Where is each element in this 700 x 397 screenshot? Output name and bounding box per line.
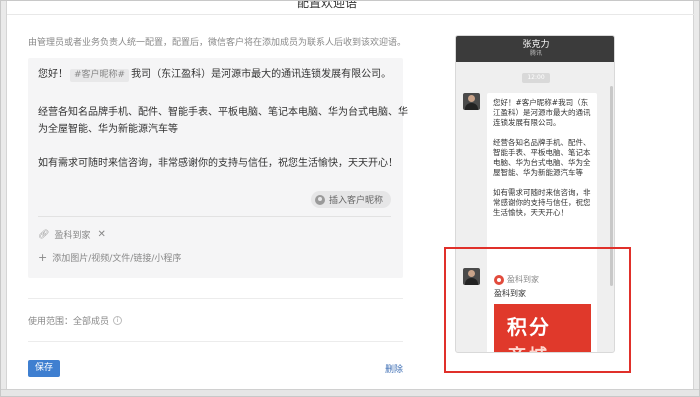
avatar <box>463 93 480 110</box>
message-line-3: 如有需求可随时来信咨询，非常感谢你的支持与信任，祝您生活愉快，天天开心！ <box>38 158 398 169</box>
dialog-header: 配置欢迎语 <box>7 1 695 15</box>
welcome-message-editor[interactable]: 您好！ #客户昵称# 我司（东江盈科）是河源市最大的通讯连锁发展有限公司。 经营各知… <box>28 58 408 278</box>
chat-header: 张克力 腾讯 <box>456 36 614 62</box>
close-icon[interactable]: ✕ <box>97 229 105 240</box>
message-line-2a: 经营各知名品牌手机、配件、智能手表、平板电脑、笔记本电脑、华为台式电脑、华 <box>38 107 408 118</box>
divider <box>28 341 403 342</box>
link-icon: 🔗︎ <box>38 229 50 240</box>
highlight-box <box>444 247 631 373</box>
attachment-item[interactable]: 🔗︎ 盈科到家 ✕ <box>38 228 106 241</box>
usage-scope-label: 使用范围：全部成员 <box>28 317 110 327</box>
dialog-title: 配置欢迎语 <box>297 0 358 10</box>
usage-scope: 使用范围：全部成员 i <box>28 314 123 327</box>
divider <box>38 216 391 217</box>
bubble-paragraph-2: 经营各知名品牌手机、配件、智能手表、平板电脑、笔记本电脑、华为台式电脑、华为全屋… <box>493 138 591 177</box>
add-attachment-label: 添加图片/视频/文件/链接/小程序 <box>52 254 182 264</box>
chat-timestamp: 12:00 <box>522 73 550 83</box>
bottom-edge <box>1 389 699 396</box>
divider <box>28 298 403 299</box>
right-edge <box>693 1 699 396</box>
add-attachment-button[interactable]: + 添加图片/视频/文件/链接/小程序 <box>38 251 181 264</box>
message-line-1: 您好！ #客户昵称# 我司（东江盈科）是河源市最大的通讯连锁发展有限公司。 <box>38 68 391 82</box>
left-edge <box>1 1 7 396</box>
insert-nickname-label: 插入客户昵称 <box>328 196 383 206</box>
attachment-name: 盈科到家 <box>54 231 91 241</box>
info-icon[interactable]: i <box>113 316 123 325</box>
description-text: 由管理员或者业务负责人统一配置，配置后，微信客户将在添加成员为联系人后收到该欢迎… <box>28 38 407 48</box>
user-icon <box>314 194 325 205</box>
save-button[interactable]: 保存 <box>28 360 60 377</box>
message-line-2b: 为全屋智能、华为新能源汽车等 <box>38 124 178 135</box>
insert-nickname-button[interactable]: 插入客户昵称 <box>310 191 391 208</box>
greeting-suffix: 我司（东江盈科）是河源市最大的通讯连锁发展有限公司。 <box>131 69 392 80</box>
contact-company: 腾讯 <box>529 50 542 57</box>
greeting-prefix: 您好！ <box>38 69 68 80</box>
contact-name: 张克力 <box>522 40 550 50</box>
nickname-tag[interactable]: #客户昵称# <box>70 69 130 82</box>
plus-icon: + <box>38 251 48 264</box>
bubble-paragraph-1: 您好！#客户昵称#我司（东江盈科）是河源市最大的通讯连锁发展有限公司。 <box>493 98 591 127</box>
bubble-paragraph-3: 如有需求可随时来信咨询，非常感谢你的支持与信任，祝您生活愉快，天天开心！ <box>493 188 591 217</box>
delete-link[interactable]: 删除 <box>385 362 403 375</box>
app-frame: 配置欢迎语 由管理员或者业务负责人统一配置，配置后，微信客户将在添加成员为联系人… <box>0 0 700 397</box>
